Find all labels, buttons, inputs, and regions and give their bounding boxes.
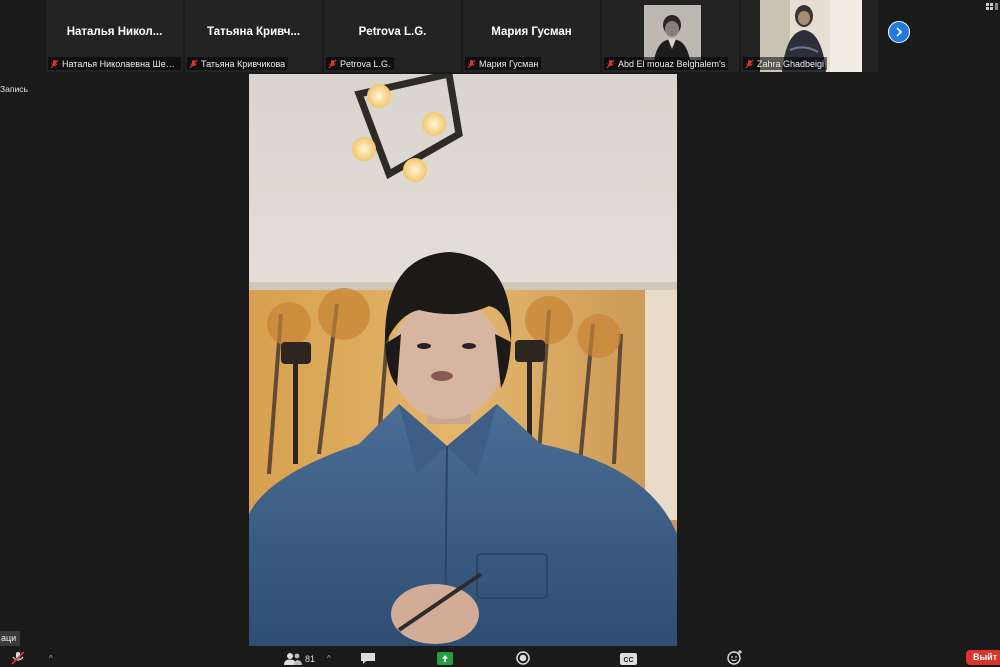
speaker-video-frame [249, 74, 677, 646]
participant-tile[interactable]: Abd El mouaz Belghalem's [602, 0, 739, 72]
participant-name-label: Мария Гусман [465, 57, 542, 70]
participant-label-text: Татьяна Кривчикова [201, 58, 286, 69]
view-grid-icon[interactable] [986, 2, 1000, 12]
chat-icon [361, 653, 375, 664]
mic-muted-icon [745, 59, 754, 68]
participants-icon [284, 653, 302, 665]
participant-display-name: Petrova L.G. [358, 26, 427, 38]
participant-label-text: Zahra Ghadbeigi [757, 58, 825, 69]
audio-button[interactable] [9, 651, 27, 665]
participant-name-label: Татьяна Кривчикова [187, 57, 289, 70]
participant-name-label: Petrova L.G. [326, 57, 394, 70]
svg-text:CC: CC [623, 657, 633, 664]
participant-tile[interactable]: Zahra Ghadbeigi [741, 0, 878, 72]
participant-label-text: Petrova L.G. [340, 58, 391, 69]
participant-display-name: Наталья Никол... [66, 26, 163, 38]
mic-muted-icon [11, 651, 25, 665]
chat-button[interactable] [360, 652, 376, 665]
reactions-button[interactable] [727, 650, 743, 665]
participant-display-name: Мария Гусман [491, 26, 572, 38]
mic-muted-icon [467, 59, 476, 68]
mic-muted-icon [50, 59, 59, 68]
participant-tile[interactable]: Мария Гусман Мария Гусман [463, 0, 600, 72]
share-screen-button[interactable] [437, 652, 453, 665]
audio-options-caret[interactable]: ^ [49, 654, 53, 663]
recording-label: Запись [0, 84, 28, 94]
participants-button[interactable]: 81 [284, 652, 315, 665]
mic-muted-icon [328, 59, 337, 68]
participant-tile[interactable]: Наталья Никол... Наталья Николаевна Шев.… [46, 0, 183, 72]
next-page-button[interactable] [888, 21, 910, 43]
zoom-meeting-window: Наталья Никол... Наталья Николаевна Шев.… [0, 0, 1000, 667]
mic-muted-icon [606, 59, 615, 68]
mic-muted-icon [189, 59, 198, 68]
meeting-toolbar: ^ 81 ^ CC Выйт [0, 646, 1000, 667]
cc-icon: CC [620, 653, 637, 665]
record-button[interactable] [516, 651, 530, 665]
toolbar-tooltip: аци [0, 631, 20, 646]
participant-tile[interactable]: Татьяна Кривч... Татьяна Кривчикова [185, 0, 322, 72]
share-screen-icon [437, 652, 453, 665]
participant-name-label: Наталья Николаевна Шев... [48, 57, 181, 70]
participant-display-name: Татьяна Кривч... [206, 26, 301, 38]
chevron-right-icon [896, 27, 903, 37]
active-speaker-video[interactable] [249, 74, 677, 646]
participant-label-text: Мария Гусман [479, 58, 539, 69]
participant-strip: Наталья Никол... Наталья Николаевна Шев.… [46, 0, 880, 72]
participants-count: 81 [305, 653, 316, 664]
participant-tile[interactable]: Petrova L.G. Petrova L.G. [324, 0, 461, 72]
captions-button[interactable]: CC [620, 653, 637, 665]
reactions-icon [727, 650, 742, 665]
participants-options-caret[interactable]: ^ [327, 654, 331, 663]
record-icon [516, 651, 530, 665]
participant-video-thumbnail [644, 5, 701, 60]
participant-label-text: Abd El mouaz Belghalem's [618, 58, 726, 69]
leave-meeting-button[interactable]: Выйт [966, 650, 1000, 665]
participant-label-text: Наталья Николаевна Шев... [62, 58, 178, 69]
participant-name-label: Zahra Ghadbeigi [743, 57, 828, 70]
participant-name-label: Abd El mouaz Belghalem's [604, 57, 729, 70]
